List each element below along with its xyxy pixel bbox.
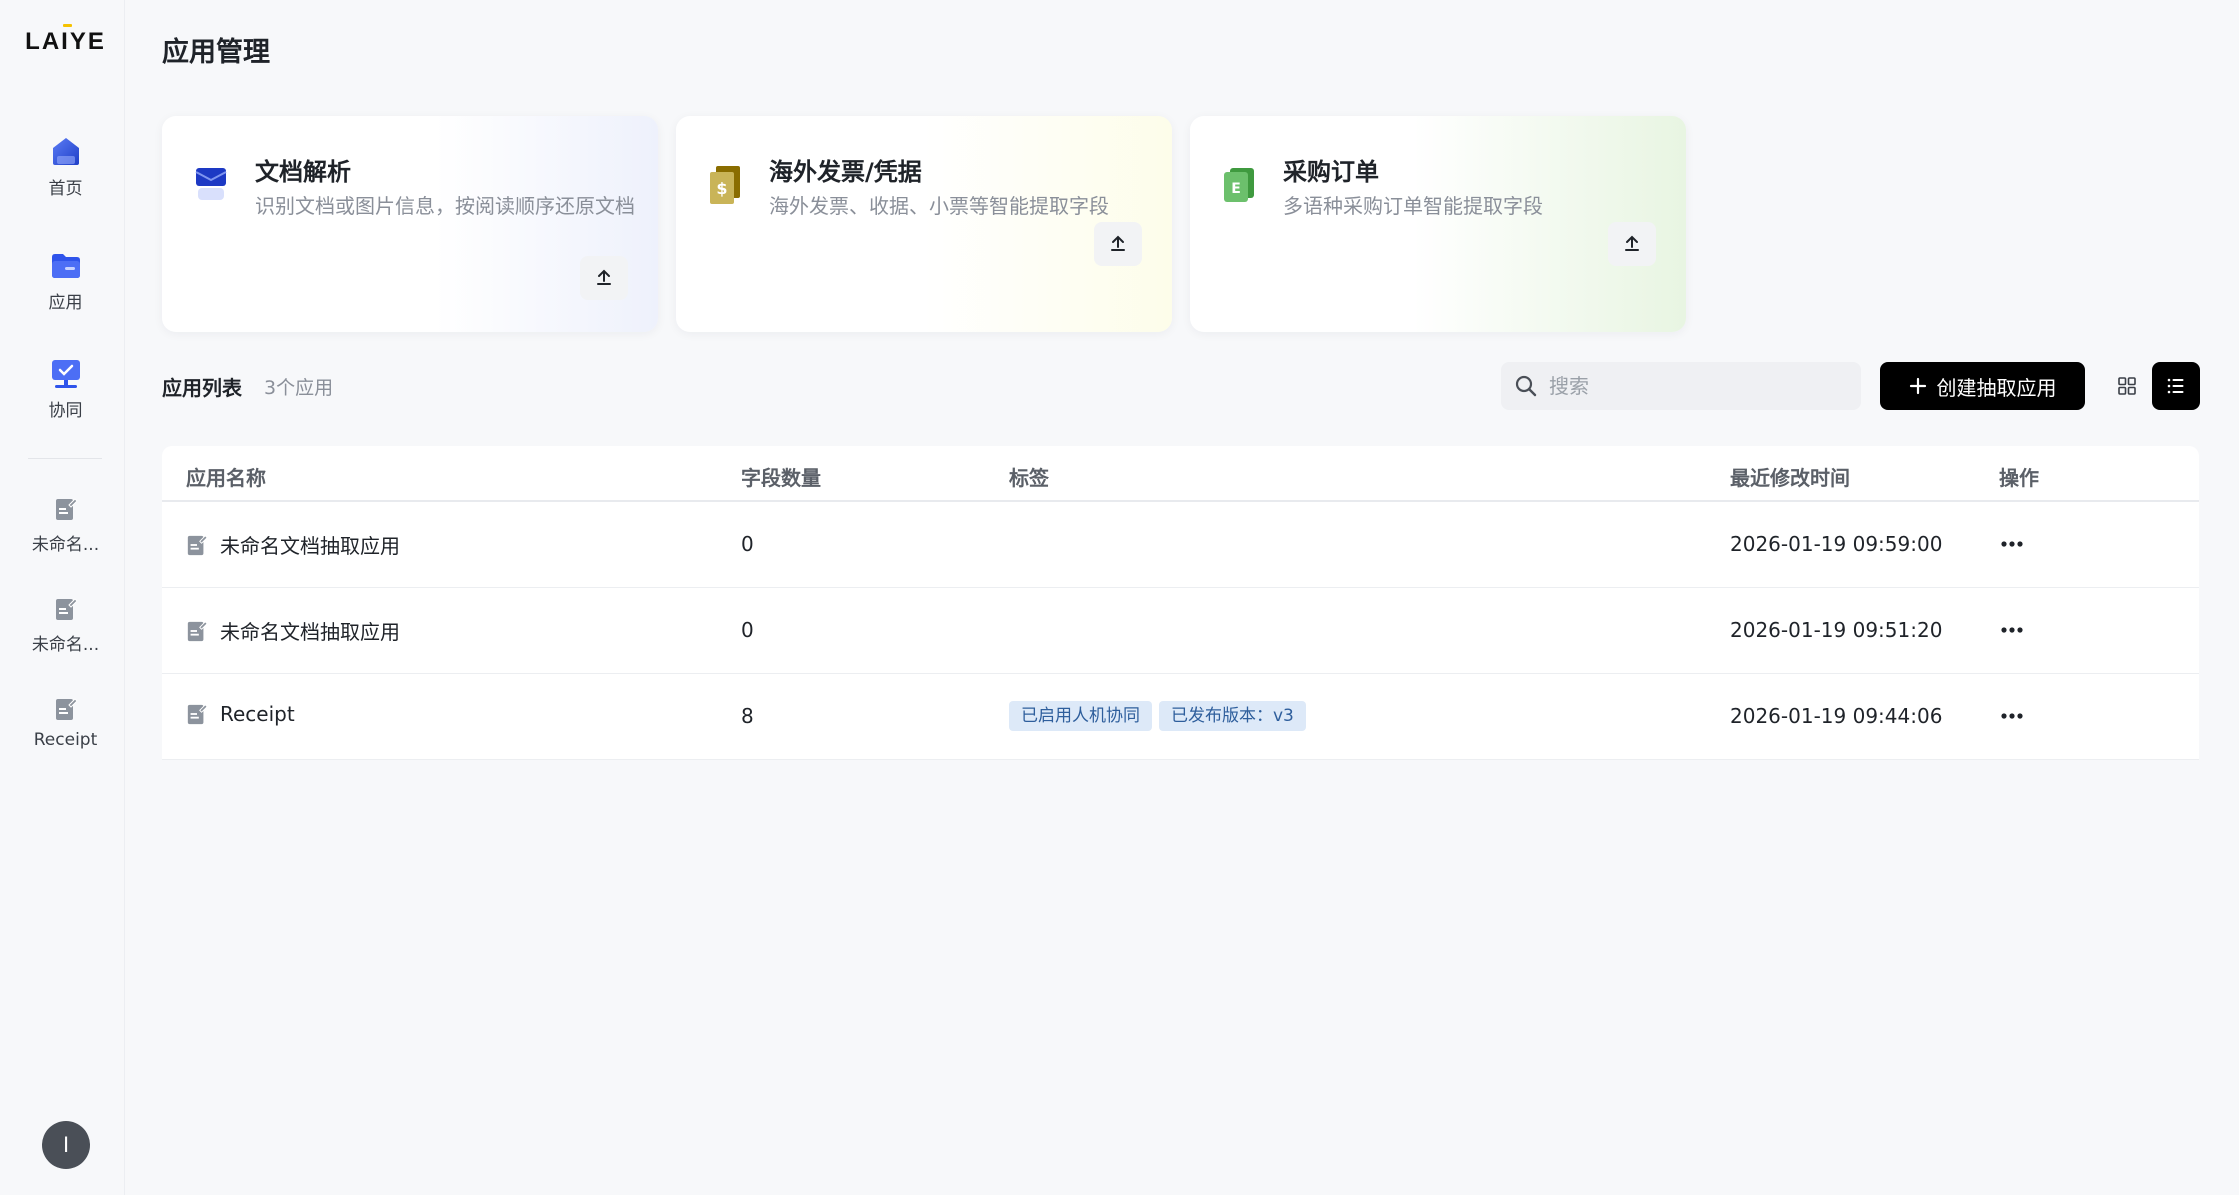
invoice-icon: $ [710,166,740,204]
app-table: 应用名称 字段数量 标签 最近修改时间 操作 未命名文档抽取应用 0 2026-… [162,446,2199,760]
app-name: Receipt [220,702,295,726]
upload-icon [597,269,611,285]
svg-text:E: E [1231,181,1241,197]
template-title: 文档解析 [255,158,351,186]
field-count: 8 [741,704,754,728]
list-view-toggle[interactable] [2152,362,2200,410]
column-header-fields: 字段数量 [741,466,821,490]
list-view-icon [2167,378,2184,394]
user-avatar[interactable]: I [42,1121,90,1169]
create-button-label: 创建抽取应用 [1936,375,2057,400]
document-app-icon [187,534,208,555]
field-count: 0 [741,532,754,556]
field-count: 0 [741,618,754,642]
template-title: 采购订单 [1283,158,1379,186]
document-app-icon [187,620,208,641]
document-app-icon [55,498,78,520]
column-header-tags: 标签 [1009,466,1049,490]
recent-app-3[interactable]: Receipt [6,696,125,750]
table-row[interactable]: 未命名文档抽取应用 0 2026-01-19 09:59:00 [162,502,2199,588]
nav-label-apps: 应用 [48,293,83,313]
app-name-cell[interactable]: 未命名文档抽取应用 [186,616,400,645]
table-header: 应用名称 字段数量 标签 最近修改时间 操作 [162,446,2199,502]
app-name-cell[interactable]: 未命名文档抽取应用 [186,530,400,559]
table-row[interactable]: 未命名文档抽取应用 0 2026-01-19 09:51:20 [162,588,2199,674]
document-app-icon [55,698,78,720]
purchase-order-icon: E [1224,168,1254,202]
collaboration-monitor-icon [51,360,80,388]
more-horizontal-icon [2001,713,2023,719]
template-description: 识别文档或图片信息，按阅读顺序还原文档 [255,194,635,218]
search-icon [1515,375,1537,397]
apps-folder-icon [51,254,80,278]
document-parse-icon [195,168,227,200]
recent-app-1[interactable]: 未命名... [6,496,125,555]
template-card-document-parse[interactable]: 文档解析 识别文档或图片信息，按阅读顺序还原文档 [162,116,658,332]
upload-icon [1111,235,1125,251]
tag-human-collaboration: 已启用人机协同 [1009,701,1152,731]
search-input[interactable] [1549,374,1849,398]
app-name: 未命名文档抽取应用 [220,620,400,644]
more-horizontal-icon [2001,627,2023,633]
document-app-icon [55,598,78,620]
recent-app-label: 未命名... [31,635,100,655]
more-horizontal-icon [2001,541,2023,547]
app-list-title: 应用列表 [162,376,242,400]
recent-app-2[interactable]: 未命名... [6,596,125,655]
create-extraction-app-button[interactable]: 创建抽取应用 [1880,362,2085,410]
recent-app-label: 未命名... [31,535,100,555]
app-name: 未命名文档抽取应用 [220,534,400,558]
home-icon [52,138,79,165]
svg-text:$: $ [716,179,727,198]
document-app-icon [187,704,208,725]
nav-label-home: 首页 [48,179,83,199]
nav-label-collaboration: 协同 [48,401,83,421]
upload-button[interactable] [1094,222,1142,266]
sidebar: LAIYE 首页 应用 协同 未命名... 未命名... Receipt I [6,0,125,1195]
column-header-name: 应用名称 [186,466,266,490]
plus-icon [1909,377,1926,395]
template-card-invoice[interactable]: $ 海外发票/凭据 海外发票、收据、小票等智能提取字段 [676,116,1172,332]
app-name-cell[interactable]: Receipt [186,702,295,726]
recent-app-label: Receipt [33,730,98,750]
column-header-modified: 最近修改时间 [1730,466,1850,490]
upload-button[interactable] [1608,222,1656,266]
nav-item-home[interactable]: 首页 [6,134,125,199]
upload-button[interactable] [580,256,628,300]
column-header-actions: 操作 [1999,466,2039,490]
nav-item-collaboration[interactable]: 协同 [6,356,125,421]
modified-time: 2026-01-19 09:44:06 [1730,704,1943,728]
template-card-purchase-order[interactable]: E 采购订单 多语种采购订单智能提取字段 [1190,116,1686,332]
page-title: 应用管理 [162,37,270,68]
grid-view-icon [2118,377,2136,395]
tag-published-version: 已发布版本：v3 [1159,701,1306,731]
tags-cell: 已启用人机协同 已发布版本：v3 [1009,701,1313,731]
modified-time: 2026-01-19 09:59:00 [1730,532,1943,556]
more-actions-button[interactable] [1996,618,2028,642]
upload-icon [1625,235,1639,251]
app-count: 3个应用 [264,377,334,399]
template-title: 海外发票/凭据 [769,158,922,186]
more-actions-button[interactable] [1996,532,2028,556]
sidebar-divider [28,458,102,459]
search-box[interactable] [1501,362,1861,410]
nav-item-apps[interactable]: 应用 [6,248,125,313]
modified-time: 2026-01-19 09:51:20 [1730,618,1943,642]
table-row[interactable]: Receipt 8 已启用人机协同 已发布版本：v3 2026-01-19 09:… [162,674,2199,760]
template-description: 多语种采购订单智能提取字段 [1283,194,1543,218]
more-actions-button[interactable] [1996,704,2028,728]
laiye-logo[interactable]: LAIYE [6,28,125,56]
grid-view-toggle[interactable] [2103,362,2151,410]
template-description: 海外发票、收据、小票等智能提取字段 [769,194,1109,218]
